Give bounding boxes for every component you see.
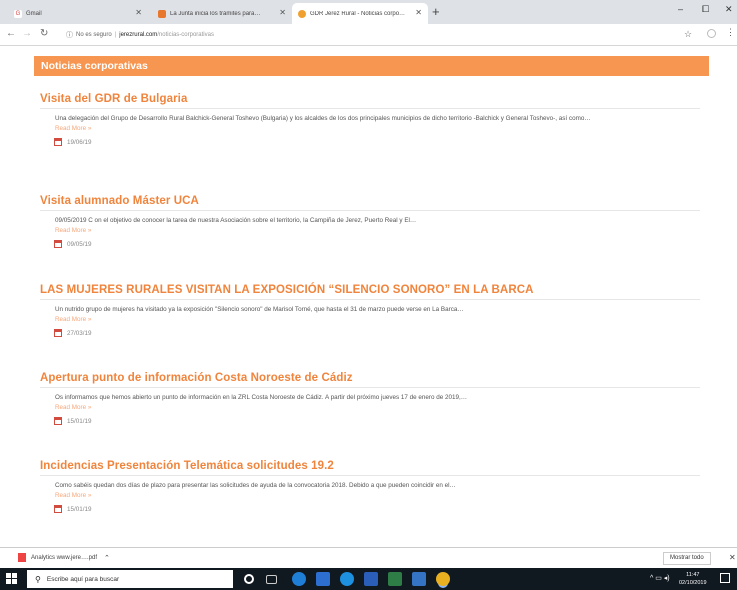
back-arrow-icon[interactable]: ← <box>6 28 16 39</box>
tab-gmail[interactable]: G Gmail ✕ <box>8 3 148 24</box>
taskbar-clock[interactable]: 11:47 02/10/2019 <box>679 571 707 587</box>
page-viewport: Noticias corporativas Visita del GDR de … <box>0 47 737 547</box>
browser-toolbar: ← → ↻ ⓘ No es seguro | jerezrural.com /n… <box>0 24 737 46</box>
store-icon[interactable] <box>316 572 330 586</box>
article-date: 19/06/19 <box>54 138 700 146</box>
article-title-link[interactable]: Apertura punto de información Costa Noro… <box>40 372 700 388</box>
task-view-icon[interactable] <box>266 575 277 584</box>
article-title-link[interactable]: Incidencias Presentación Telemática soli… <box>40 460 700 476</box>
article-date-text: 15/01/19 <box>67 505 92 513</box>
calendar-icon <box>54 505 62 513</box>
article-title-link[interactable]: Visita alumnado Máster UCA <box>40 195 700 211</box>
article-excerpt: Una delegación del Grupo de Desarrollo R… <box>55 115 591 122</box>
minimize-button[interactable]: – <box>678 4 683 14</box>
article-date: 15/01/19 <box>54 417 700 425</box>
read-more-link[interactable]: Read More » <box>55 492 700 499</box>
news-article: Apertura punto de información Costa Noro… <box>40 372 700 425</box>
address-separator: | <box>114 32 117 38</box>
news-favicon-icon <box>158 9 166 18</box>
article-title-link[interactable]: Visita del GDR de Bulgaria <box>40 93 700 109</box>
edge-icon[interactable] <box>292 572 306 586</box>
tab-close-icon[interactable]: ✕ <box>415 8 422 17</box>
chrome-icon[interactable] <box>436 572 450 586</box>
article-title-link[interactable]: LAS MUJERES RURALES VISITAN LA EXPOSICIÓ… <box>40 284 700 300</box>
new-tab-button[interactable]: + <box>432 4 440 19</box>
article-date-text: 09/05/19 <box>67 240 92 248</box>
article-excerpt: Un nutrido grupo de mujeres ha visitado … <box>55 306 464 313</box>
system-tray-icons[interactable]: ^ ▭ ◂) <box>650 574 670 582</box>
tab-junta[interactable]: La Junta inicia los trámites para… ✕ <box>152 3 292 24</box>
tab-label: Gmail <box>26 10 42 17</box>
calendar-icon <box>54 240 62 248</box>
browser-tab-strip: G Gmail ✕ La Junta inicia los trámites p… <box>0 0 737 24</box>
article-date-text: 19/06/19 <box>67 138 92 146</box>
article-excerpt: 09/05/2019 C on el objetivo de conocer l… <box>55 217 417 224</box>
tab-close-icon[interactable]: ✕ <box>279 8 286 17</box>
chevron-up-icon[interactable]: ⌃ <box>104 554 110 562</box>
reload-icon[interactable]: ↻ <box>40 28 48 39</box>
calendar-icon <box>54 329 62 337</box>
bookmark-star-icon[interactable]: ☆ <box>684 29 692 40</box>
download-bar: Analytics www.jere….pdf ⌃ Mostrar todo ✕ <box>0 547 737 568</box>
read-more-link[interactable]: Read More » <box>55 404 700 411</box>
read-more-link[interactable]: Read More » <box>55 125 700 132</box>
tab-gdr-jerez[interactable]: GDR Jerez Rural - Noticias corpo… ✕ <box>292 3 428 24</box>
news-article: Visita del GDR de Bulgaria Una delegació… <box>40 93 700 146</box>
section-title-bar: Noticias corporativas <box>34 56 709 76</box>
url-path: /noticias-corporativas <box>157 32 214 38</box>
site-favicon-icon <box>298 9 306 18</box>
outlook-icon[interactable] <box>364 572 378 586</box>
article-date: 09/05/19 <box>54 240 700 248</box>
news-article: Incidencias Presentación Telemática soli… <box>40 460 700 513</box>
read-more-link[interactable]: Read More » <box>55 227 700 234</box>
windows-taskbar: ⚲ Escribe aquí para buscar ^ ▭ ◂) 11:47 … <box>0 568 737 590</box>
clock-date: 02/10/2019 <box>679 580 707 586</box>
tab-close-icon[interactable]: ✕ <box>135 8 142 17</box>
maximize-button[interactable]: ⧠ <box>702 4 709 15</box>
article-excerpt: Como sabéis quedan dos días de plazo par… <box>55 482 456 489</box>
search-placeholder: Escribe aquí para buscar <box>46 575 120 583</box>
news-article: LAS MUJERES RURALES VISITAN LA EXPOSICIÓ… <box>40 284 700 337</box>
clock-time: 11:47 <box>686 572 700 578</box>
close-window-button[interactable]: ✕ <box>725 4 733 15</box>
article-excerpt: Os informamos que hemos abierto un punto… <box>55 394 468 401</box>
article-date-text: 27/03/19 <box>67 329 92 337</box>
tab-label: GDR Jerez Rural - Noticias corpo… <box>310 10 406 17</box>
forward-arrow-icon[interactable]: → <box>22 28 32 39</box>
search-icon: ⚲ <box>35 574 41 584</box>
ie-icon[interactable] <box>340 572 354 586</box>
download-filename: Analytics www.jere….pdf <box>31 554 98 561</box>
url-host: jerezrural.com <box>119 32 158 38</box>
cortana-icon[interactable] <box>244 574 254 584</box>
address-bar[interactable]: ⓘ No es seguro | jerezrural.com /noticia… <box>66 27 678 43</box>
close-download-bar-icon[interactable]: ✕ <box>729 553 736 562</box>
notifications-icon[interactable] <box>720 573 730 583</box>
app-icon[interactable] <box>388 572 402 586</box>
browser-menu-icon[interactable]: ⋮ <box>726 27 735 38</box>
pdf-file-icon <box>18 553 26 562</box>
word-icon[interactable] <box>412 572 426 586</box>
info-icon[interactable]: ⓘ <box>66 30 73 40</box>
tab-label: La Junta inicia los trámites para… <box>170 10 261 17</box>
news-article: Visita alumnado Máster UCA 09/05/2019 C … <box>40 195 700 248</box>
show-all-button[interactable]: Mostrar todo <box>663 552 711 565</box>
windows-start-icon[interactable] <box>6 573 17 584</box>
read-more-link[interactable]: Read More » <box>55 316 700 323</box>
calendar-icon <box>54 138 62 146</box>
article-date: 15/01/19 <box>54 505 700 513</box>
gmail-favicon-icon: G <box>14 9 22 18</box>
calendar-icon <box>54 417 62 425</box>
article-date: 27/03/19 <box>54 329 700 337</box>
extension-icon[interactable] <box>707 29 716 38</box>
taskbar-search-input[interactable]: ⚲ Escribe aquí para buscar <box>27 570 233 588</box>
security-label: No es seguro <box>76 32 112 38</box>
download-item[interactable]: Analytics www.jere….pdf ⌃ <box>18 553 110 562</box>
article-date-text: 15/01/19 <box>67 417 92 425</box>
